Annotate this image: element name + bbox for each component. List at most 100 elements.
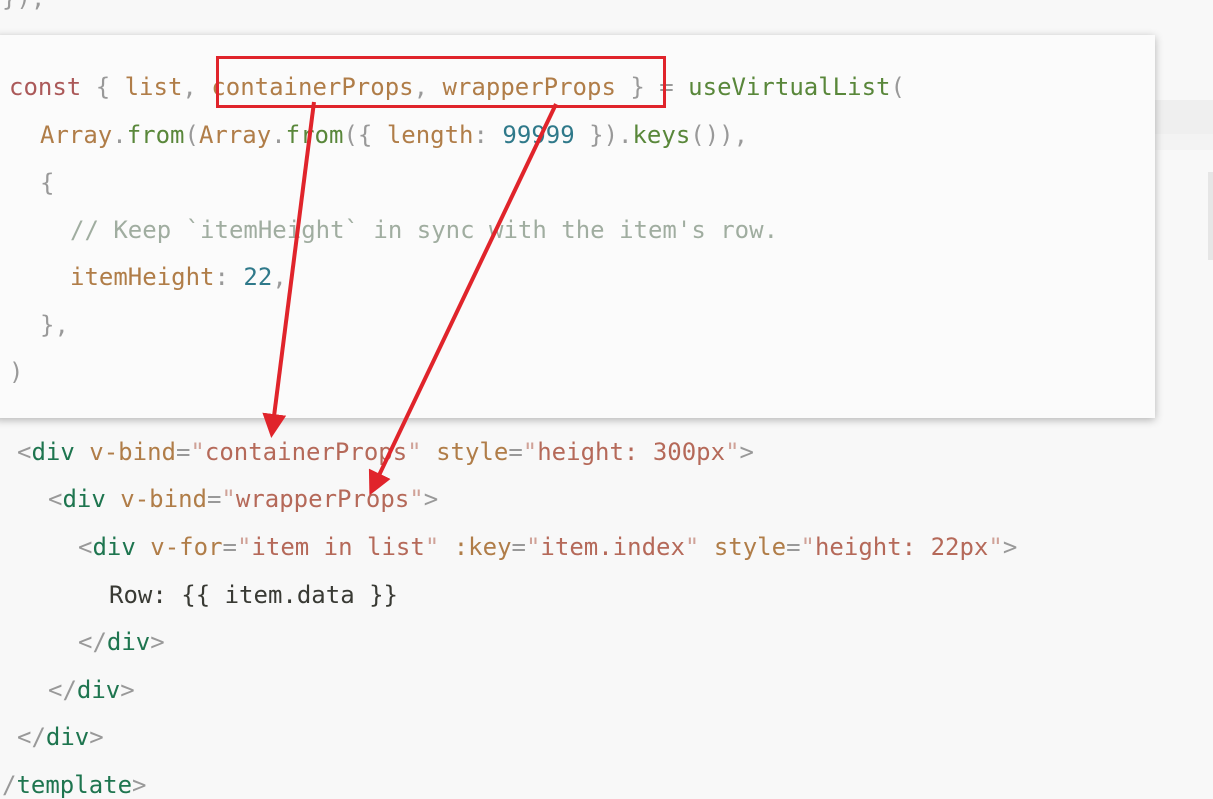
template-line-6: </div> <box>48 676 135 704</box>
code-token: length <box>386 121 474 149</box>
code-token: </ <box>17 723 46 751</box>
code-token: itemHeight <box>70 263 215 291</box>
code-token: from <box>126 121 185 149</box>
code-token: , <box>182 73 197 101</box>
code-token: . <box>112 121 127 149</box>
template-line-8: /template> <box>2 771 147 799</box>
code-token: height: 22px <box>814 533 989 561</box>
code-token: :key <box>453 533 512 561</box>
script-line-2: Array.from(Array.from({ length: 99999 })… <box>40 121 748 149</box>
code-token: ({ <box>343 121 373 149</box>
code-token: " <box>522 438 538 466</box>
code-token: style <box>436 438 509 466</box>
code-token: > <box>132 771 147 799</box>
code-token: div <box>31 438 75 466</box>
code-token: keys <box>632 121 691 149</box>
template-line-4: Row: {{ item.data }} <box>109 581 398 609</box>
code-token: . <box>271 121 286 149</box>
code-token: </ <box>78 628 107 656</box>
code-token: { <box>95 73 111 101</box>
scroll-highlight-strip-lower <box>1150 134 1213 150</box>
scrollbar-edge <box>1208 172 1213 260</box>
code-token: v-bind <box>89 438 176 466</box>
code-token: const <box>9 73 82 101</box>
code-token: div <box>62 485 106 513</box>
code-token: div <box>76 676 121 704</box>
code-token: from <box>285 121 344 149</box>
template-line-1: <div v-bind="containerProps" style="heig… <box>17 438 754 466</box>
script-line-3: { <box>40 169 54 197</box>
code-token: > <box>1002 533 1018 561</box>
code-token: < <box>48 485 63 513</box>
code-token: < <box>17 438 32 466</box>
code-token: ( <box>184 121 199 149</box>
code-token: list <box>124 73 183 101</box>
code-token: Row: {{ item.data }} <box>109 581 398 609</box>
code-fragment-top: }); <box>2 0 45 12</box>
code-token: " <box>725 438 740 466</box>
code-token: // Keep `itemHeight` in sync with the it… <box>70 216 779 244</box>
code-token: " <box>190 438 205 466</box>
code-token: " <box>424 533 440 561</box>
code-token: " <box>525 533 541 561</box>
code-token: div <box>45 723 90 751</box>
code-token: " <box>988 533 1003 561</box>
code-token: template <box>16 771 133 799</box>
code-token: > <box>89 723 104 751</box>
code-token: Array <box>40 121 113 149</box>
code-token: wrapperProps <box>235 485 410 513</box>
code-token: 22 <box>243 263 273 291</box>
code-token: item.index <box>540 533 685 561</box>
code-token: height: 300px <box>537 438 726 466</box>
code-token: = <box>175 438 191 466</box>
code-token: v-for <box>150 533 223 561</box>
code-token: = <box>786 533 801 561</box>
code-token: useVirtualList <box>688 73 891 101</box>
code-token: div <box>106 628 151 656</box>
scroll-highlight-strip <box>1150 100 1213 134</box>
code-token: item in list <box>251 533 425 561</box>
code-token: div <box>92 533 136 561</box>
code-token: = <box>222 533 237 561</box>
code-token: 99999 <box>502 121 575 149</box>
code-token: ) <box>9 358 24 386</box>
code-token: ()), <box>690 121 749 149</box>
code-token: style <box>713 533 787 561</box>
script-line-7: ) <box>9 358 23 386</box>
template-line-3: <div v-for="item in list" :key="item.ind… <box>78 533 1017 561</box>
code-token: " <box>409 485 424 513</box>
code-token: / <box>2 771 17 799</box>
code-token: " <box>236 533 252 561</box>
code-token: }, <box>40 311 69 339</box>
code-token: ( <box>890 73 905 101</box>
code-token: = <box>508 438 523 466</box>
code-token: > <box>423 485 439 513</box>
code-token: " <box>800 533 815 561</box>
script-line-6: }, <box>40 311 69 339</box>
code-token: " <box>221 485 236 513</box>
code-token: v-bind <box>120 485 207 513</box>
code-token: , <box>272 263 287 291</box>
code-token: > <box>739 438 754 466</box>
code-token: > <box>150 628 165 656</box>
code-token: containerProps <box>204 438 408 466</box>
code-token: Array <box>198 121 272 149</box>
code-token: : <box>473 121 488 149</box>
template-line-2: <div v-bind="wrapperProps"> <box>48 485 438 513</box>
code-token: < <box>78 533 93 561</box>
code-token: " <box>407 438 422 466</box>
code-token: }). <box>589 121 633 149</box>
